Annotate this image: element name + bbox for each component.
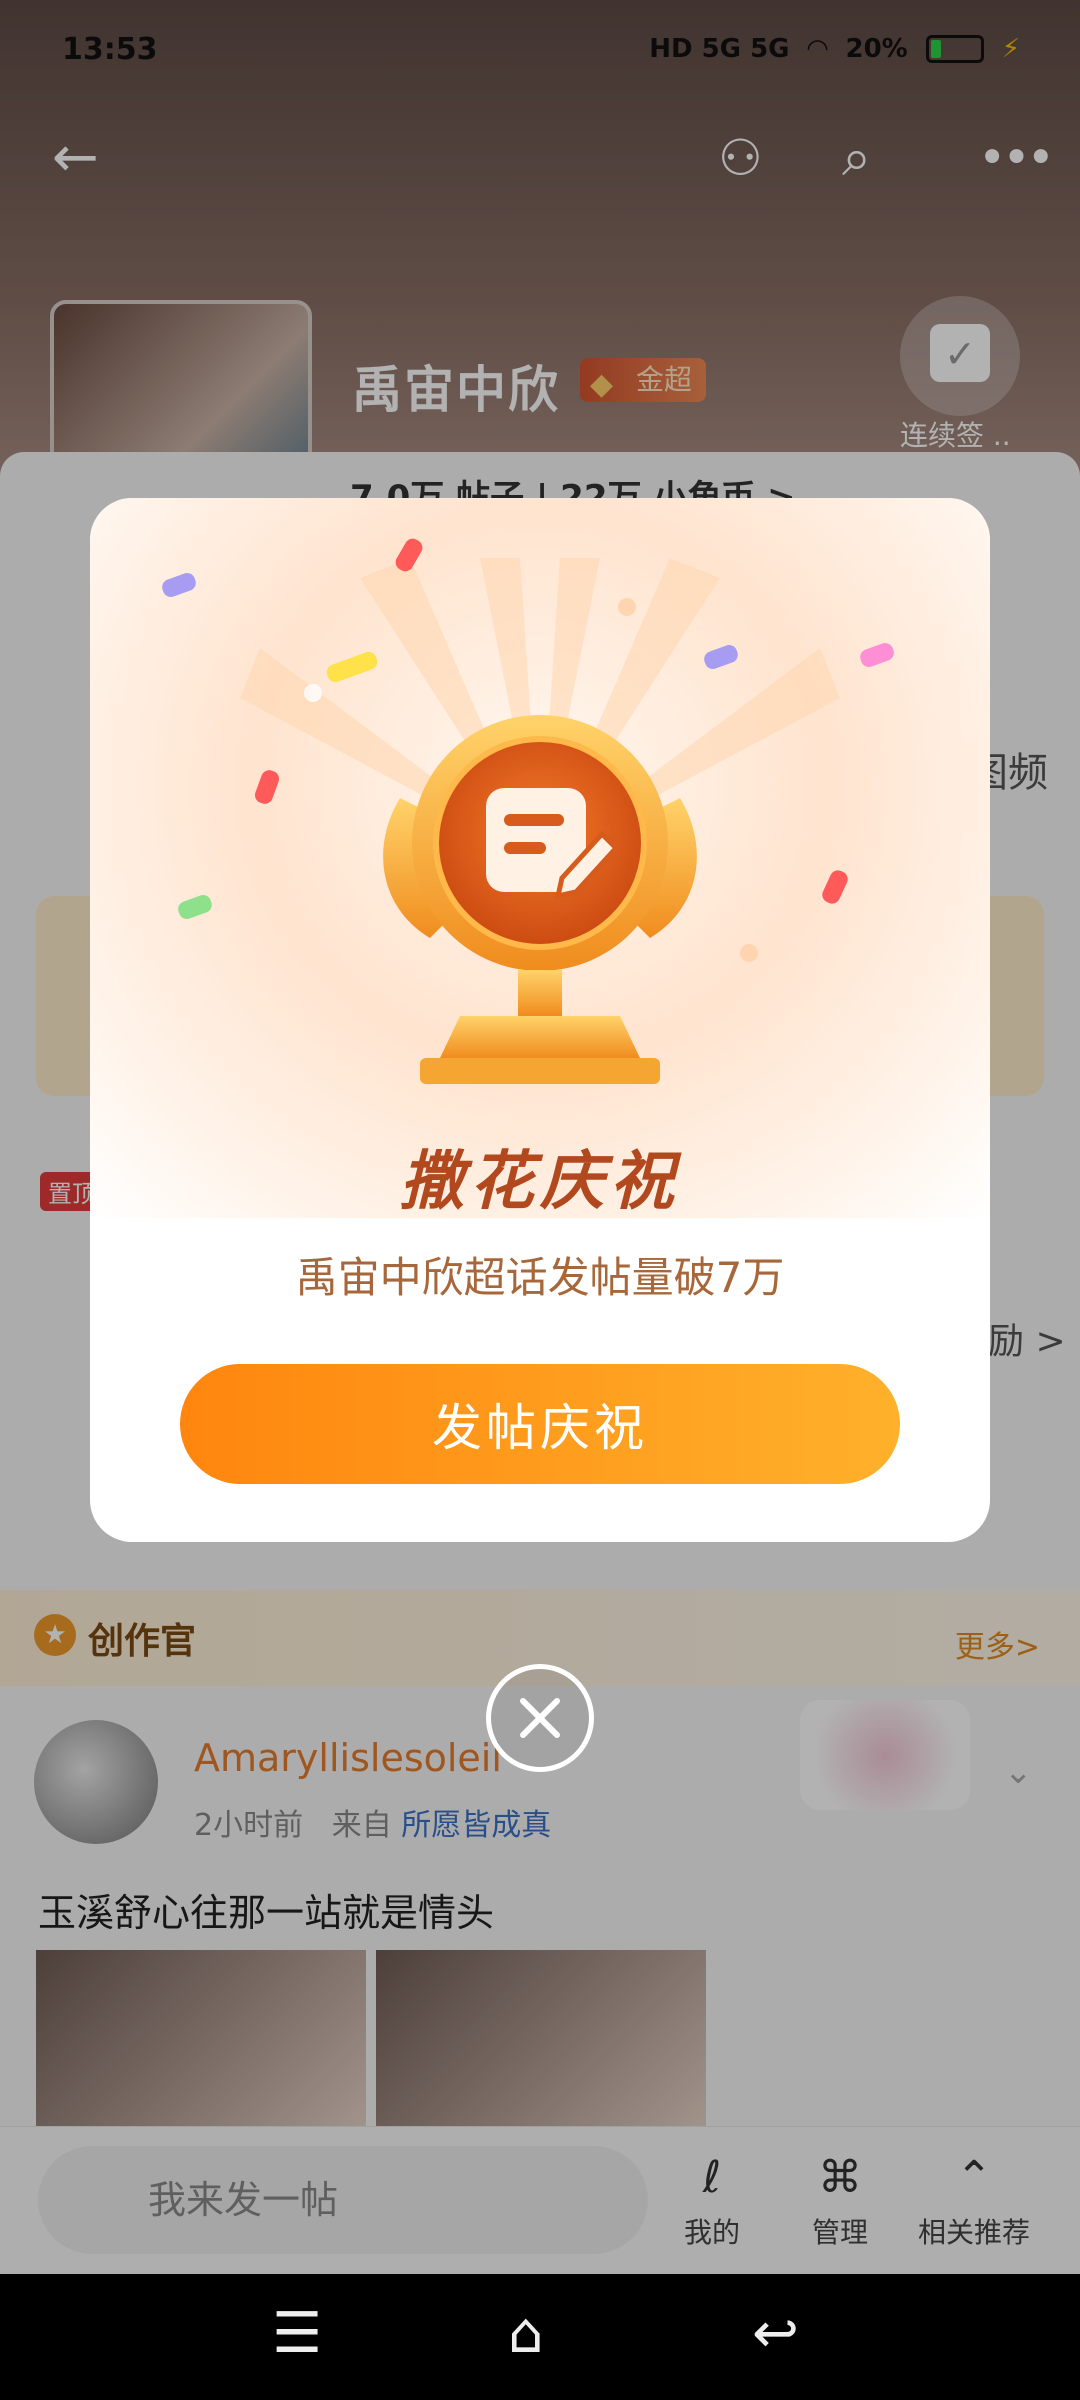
back-icon[interactable]: ↩: [752, 2304, 799, 2364]
modal-subtitle: 禹宙中欣超话发帖量破7万: [295, 1253, 785, 1302]
sparkle: [618, 598, 636, 616]
celebration-modal: 撒花庆祝 禹宙中欣超话发帖量破7万 发帖庆祝: [90, 498, 990, 1542]
post-celebrate-button[interactable]: 发帖庆祝: [180, 1364, 900, 1484]
close-icon[interactable]: [486, 1664, 594, 1772]
trophy-post-icon: [383, 715, 697, 1084]
system-nav-bar: ☰ ⌂ ↩: [0, 2274, 1080, 2400]
home-icon[interactable]: ⌂: [508, 2304, 544, 2364]
sparkle: [304, 684, 322, 702]
modal-title: 撒花庆祝: [400, 1145, 680, 1219]
menu-icon[interactable]: ☰: [272, 2304, 322, 2364]
sparkle: [740, 944, 758, 962]
